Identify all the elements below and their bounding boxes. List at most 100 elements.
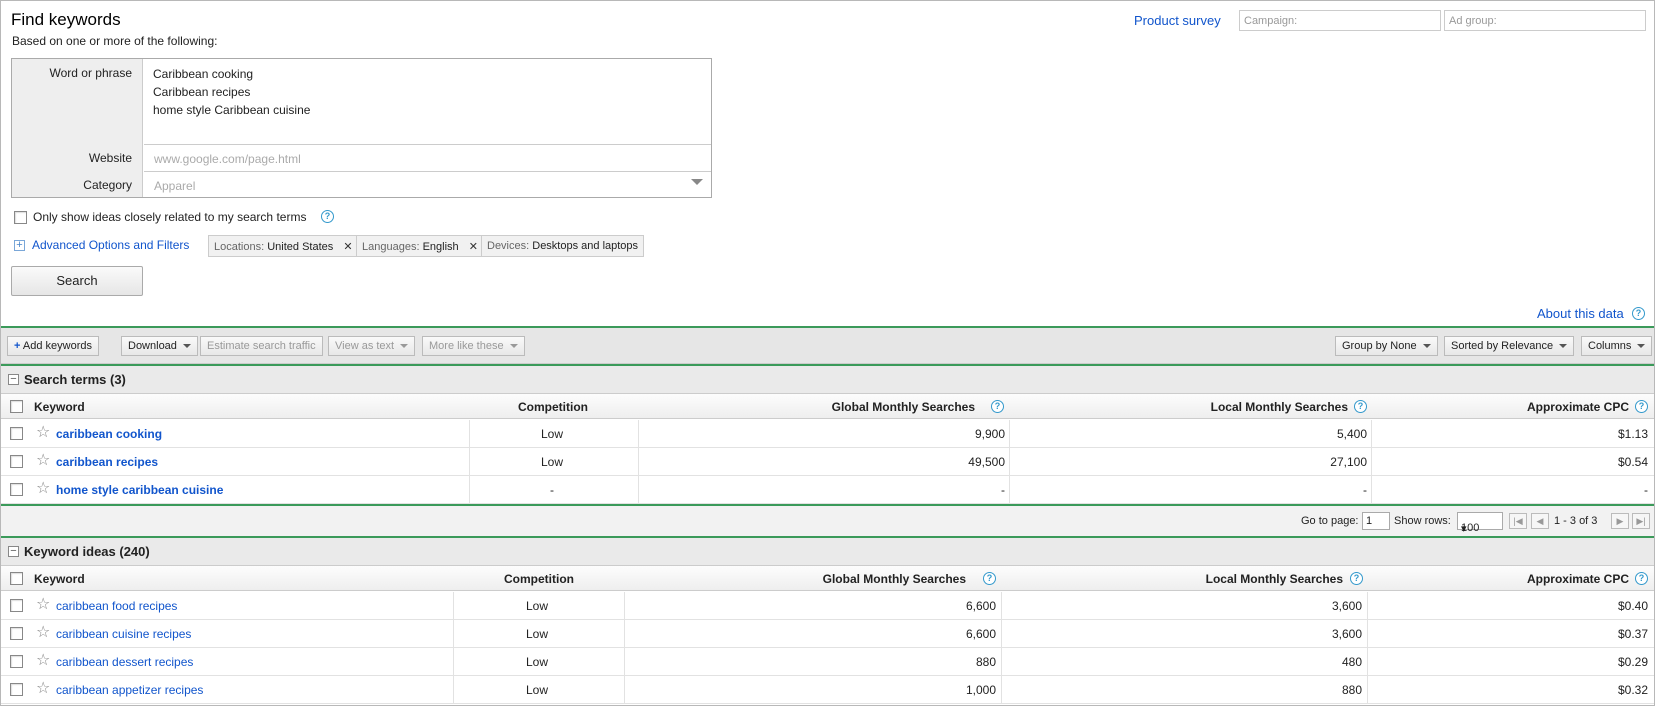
chevron-down-icon [1637,344,1646,348]
help-icon[interactable]: ? [1635,400,1648,413]
column-divider [638,476,639,503]
advanced-options-link[interactable]: Advanced Options and Filters [32,238,189,252]
website-input[interactable]: www.google.com/page.html [154,152,301,166]
column-divider [1367,620,1368,647]
page-subtitle: Based on one or more of the following: [12,34,218,48]
keyword-link[interactable]: caribbean appetizer recipes [56,683,203,697]
about-this-data-link[interactable]: About this data [1537,306,1624,321]
local-searches-value: 27,100 [1330,455,1367,469]
word-or-phrase-label: Word or phrase [49,66,132,80]
row-checkbox[interactable] [10,655,23,668]
phrase-line: home style Caribbean cuisine [153,103,311,117]
row-checkbox[interactable] [10,455,23,468]
star-icon[interactable]: ☆ [36,597,50,613]
column-global-monthly[interactable]: Global Monthly Searches [832,400,975,414]
help-icon[interactable]: ? [1632,307,1645,320]
row-checkbox[interactable] [10,483,23,496]
page-title: Find keywords [11,10,121,29]
help-icon[interactable]: ? [1354,400,1367,413]
keyword-tool-page: Find keywords Based on one or more of th… [0,0,1655,706]
column-divider [453,648,454,675]
filter-chip-languages[interactable]: Languages: English ✕ [356,235,484,257]
first-page-icon[interactable]: |◀ [1509,513,1527,529]
column-divider [624,676,625,703]
column-competition[interactable]: Competition [504,572,574,586]
table-row: ☆ caribbean recipes Low 49,500 27,100 $0… [1,448,1654,476]
columns-button[interactable]: Columns [1581,336,1653,356]
star-icon[interactable]: ☆ [36,625,50,641]
column-approx-cpc[interactable]: Approximate CPC [1527,572,1629,586]
previous-page-icon[interactable]: ◀ [1531,513,1549,529]
add-keywords-button[interactable]: + Add keywords [7,336,99,356]
star-icon[interactable]: ☆ [36,481,50,497]
column-local-monthly[interactable]: Local Monthly Searches [1211,400,1348,414]
keyword-link[interactable]: caribbean dessert recipes [56,655,193,669]
filter-chip-devices[interactable]: Devices: Desktops and laptops [481,235,645,257]
star-icon[interactable]: ☆ [36,453,50,469]
competition-value: Low [526,599,549,613]
column-divider [1367,648,1368,675]
search-button[interactable]: Search [11,266,143,296]
expand-plus-icon[interactable]: + [14,240,25,251]
estimate-traffic-button[interactable]: Estimate search traffic [200,336,323,356]
star-icon[interactable]: ☆ [36,425,50,441]
column-local-monthly[interactable]: Local Monthly Searches [1206,572,1343,586]
search-terms-title: Search terms (3) [24,372,126,387]
campaign-field[interactable]: Campaign: [1239,10,1441,31]
column-divider [453,676,454,703]
show-rows-select[interactable]: 100 ▾ [1457,512,1503,535]
help-icon[interactable]: ? [983,572,996,585]
adgroup-field[interactable]: Ad group: [1444,10,1646,31]
collapse-icon[interactable]: − [8,546,19,557]
keyword-link[interactable]: caribbean cuisine recipes [56,627,191,641]
column-keyword[interactable]: Keyword [34,572,85,586]
page-number-input[interactable]: 1 [1362,512,1390,530]
table-row: ☆ caribbean appetizer recipes Low 1,000 … [1,676,1654,704]
row-checkbox[interactable] [10,427,23,440]
row-checkbox[interactable] [10,683,23,696]
column-global-monthly[interactable]: Global Monthly Searches [823,572,966,586]
download-button[interactable]: Download [121,336,198,356]
add-keywords-label: Add keywords [22,340,92,352]
website-label: Website [88,151,132,165]
chevron-down-icon[interactable] [691,179,703,185]
help-icon[interactable]: ? [1350,572,1363,585]
column-divider [1371,476,1372,503]
sorted-by-button[interactable]: Sorted by Relevance [1444,336,1575,356]
more-like-these-label: More like these [429,340,504,352]
star-icon[interactable]: ☆ [36,653,50,669]
category-select[interactable]: Apparel [154,179,195,193]
select-all-checkbox[interactable] [10,572,23,585]
product-survey-link[interactable]: Product survey [1134,13,1221,28]
keyword-link[interactable]: caribbean cooking [56,427,162,441]
next-page-icon[interactable]: ▶ [1611,513,1629,529]
global-searches-value: 6,600 [965,627,996,641]
only-show-checkbox[interactable] [14,211,27,224]
close-icon[interactable]: ✕ [343,241,352,253]
global-searches-value: 49,500 [968,455,1005,469]
global-searches-value: - [1001,483,1005,497]
last-page-icon[interactable]: ▶| [1632,513,1650,529]
help-icon[interactable]: ? [991,400,1004,413]
column-competition[interactable]: Competition [518,400,588,414]
keyword-link[interactable]: home style caribbean cuisine [56,483,223,497]
view-as-text-button[interactable]: View as text [328,336,416,356]
column-approx-cpc[interactable]: Approximate CPC [1527,400,1629,414]
help-icon[interactable]: ? [321,210,334,223]
keyword-link[interactable]: caribbean recipes [56,455,158,469]
filter-chip-value: United States [267,241,334,253]
group-by-button[interactable]: Group by None [1335,336,1438,356]
column-divider [453,592,454,619]
close-icon[interactable]: ✕ [469,241,478,253]
filter-chip-locations[interactable]: Locations: United States ✕ [208,235,359,257]
column-keyword[interactable]: Keyword [34,400,85,414]
keyword-link[interactable]: caribbean food recipes [56,599,177,613]
word-or-phrase-textarea[interactable]: Caribbean cooking Caribbean recipes home… [153,65,310,119]
more-like-these-button[interactable]: More like these [422,336,525,356]
collapse-icon[interactable]: − [8,374,19,385]
row-checkbox[interactable] [10,599,23,612]
help-icon[interactable]: ? [1635,572,1648,585]
row-checkbox[interactable] [10,627,23,640]
star-icon[interactable]: ☆ [36,681,50,697]
select-all-checkbox[interactable] [10,400,23,413]
